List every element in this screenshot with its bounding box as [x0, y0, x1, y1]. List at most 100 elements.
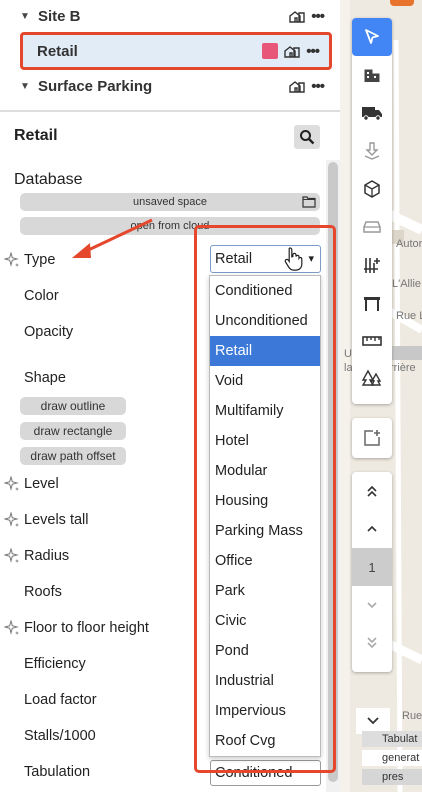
type-option[interactable]: Housing — [210, 486, 320, 516]
sparkle-icon — [4, 252, 19, 267]
map-street-label: Rue — [402, 710, 422, 722]
select-tool[interactable] — [352, 18, 392, 56]
type-option[interactable]: Pond — [210, 636, 320, 666]
generate-button[interactable]: generat — [362, 750, 422, 766]
bottom-level-button[interactable] — [352, 624, 392, 662]
building-icon[interactable] — [289, 9, 305, 23]
folder-icon[interactable] — [302, 195, 316, 208]
cursor-arrow-icon — [365, 29, 379, 44]
radius-label: Radius — [24, 548, 70, 564]
type-option[interactable]: Park — [210, 576, 320, 606]
roofs-label: Roofs — [24, 584, 62, 600]
level-label: Level — [24, 476, 59, 492]
map-street-label: Autoro — [396, 238, 422, 250]
map-place-label: rrière — [390, 362, 416, 374]
type-option[interactable]: Hotel — [210, 426, 320, 456]
car-tool[interactable] — [352, 208, 392, 246]
search-button[interactable] — [294, 125, 320, 149]
tree-label-site-b: Site B — [38, 7, 81, 25]
draw-rectangle-button[interactable]: draw rectangle — [20, 422, 126, 440]
floor-to-floor-label: Floor to floor height — [24, 620, 149, 636]
type-option[interactable]: Modular — [210, 456, 320, 486]
tree-row-retail[interactable]: Retail ••• — [20, 32, 332, 70]
tree-label-surface-parking: Surface Parking — [38, 77, 153, 95]
database-label: Database — [14, 171, 83, 188]
chevron-down-icon — [367, 717, 379, 725]
tabulation-button[interactable]: Tabulat — [362, 731, 422, 747]
current-level: 1 — [352, 548, 392, 586]
map-street-label: L'Allie — [392, 278, 422, 290]
hand-cursor-icon — [284, 247, 303, 271]
add-box-icon — [364, 430, 380, 446]
car-icon — [363, 221, 381, 233]
more-options-icon[interactable]: ••• — [311, 78, 325, 95]
building-tool[interactable] — [352, 56, 392, 94]
type-option[interactable]: Parking Mass — [210, 516, 320, 546]
type-select-value: Retail — [215, 251, 253, 267]
chevron-down-icon: ▾ — [308, 253, 314, 265]
type-option[interactable]: Multifamily — [210, 396, 320, 426]
canopy-tool[interactable] — [352, 284, 392, 322]
tabulation-select[interactable]: Conditioned — [210, 760, 321, 786]
type-option[interactable]: Void — [210, 366, 320, 396]
tabulation-select-value: Conditioned — [215, 765, 293, 781]
type-option[interactable]: Office — [210, 546, 320, 576]
double-chevron-down-icon — [367, 637, 377, 649]
type-option[interactable]: Retail — [210, 336, 320, 366]
truck-icon — [362, 107, 382, 121]
box-tool[interactable] — [352, 170, 392, 208]
draw-path-offset-button[interactable]: draw path offset — [20, 447, 126, 465]
unsaved-space-button[interactable]: unsaved space — [20, 193, 320, 211]
building-icon[interactable] — [284, 44, 300, 58]
type-select[interactable]: Retail ▾ — [210, 245, 321, 273]
type-option[interactable]: Civic — [210, 606, 320, 636]
canopy-icon — [364, 297, 380, 311]
add-view-button[interactable] — [352, 418, 392, 458]
layers-tool[interactable] — [352, 132, 392, 170]
caret-down-icon[interactable]: ▼ — [20, 11, 30, 22]
scrollbar-thumb[interactable] — [328, 162, 338, 782]
level-navigator: 1 — [352, 472, 392, 672]
type-option[interactable]: Unconditioned — [210, 306, 320, 336]
measure-tool[interactable] — [352, 322, 392, 360]
chevron-down-icon — [367, 602, 377, 609]
stalls-label: Stalls/1000 — [24, 728, 96, 744]
panel-title: Retail — [14, 127, 58, 144]
type-option[interactable]: Conditioned — [210, 276, 320, 306]
level-down-button[interactable] — [352, 586, 392, 624]
sparkle-icon — [4, 620, 19, 635]
trees-tool[interactable] — [352, 360, 392, 398]
top-level-button[interactable] — [352, 472, 392, 510]
layers-down-icon — [364, 142, 380, 160]
map-street-label: Rue L — [396, 310, 422, 322]
color-label: Color — [24, 288, 59, 304]
tree-row-surface-parking[interactable]: ▼ Surface Parking ••• — [0, 68, 340, 104]
tabulation-label: Tabulation — [24, 764, 91, 780]
type-option[interactable]: Roof Cvg — [210, 726, 320, 756]
draw-outline-button[interactable]: draw outline — [20, 397, 126, 415]
color-swatch[interactable] — [262, 43, 279, 59]
type-label: Type — [24, 252, 56, 268]
grid-add-icon — [364, 258, 380, 273]
caret-down-icon[interactable]: ▼ — [20, 81, 30, 92]
building-icon[interactable] — [289, 79, 305, 93]
more-options-icon[interactable]: ••• — [311, 8, 325, 25]
level-up-button[interactable] — [352, 510, 392, 548]
efficiency-label: Efficiency — [24, 656, 86, 672]
notification-badge — [390, 0, 414, 6]
truck-tool[interactable] — [352, 94, 392, 132]
grid-tool[interactable] — [352, 246, 392, 284]
type-option[interactable]: Industrial — [210, 666, 320, 696]
open-from-cloud-button[interactable]: open from cloud — [20, 217, 320, 235]
trees-icon — [361, 369, 382, 386]
buildings-icon — [364, 69, 380, 82]
more-options-icon[interactable]: ••• — [306, 43, 320, 60]
sparkle-icon — [4, 548, 19, 563]
tree-row-site-b[interactable]: ▼ Site B ••• — [0, 0, 340, 34]
type-option[interactable]: Impervious — [210, 696, 320, 726]
ruler-icon — [362, 336, 382, 346]
sparkle-icon — [4, 476, 19, 491]
properties-panel: ▼ Site B ••• Retail ••• ▼ Surface Parkin… — [0, 0, 340, 792]
levels-tall-label: Levels tall — [24, 512, 89, 528]
present-button[interactable]: pres — [362, 769, 422, 785]
